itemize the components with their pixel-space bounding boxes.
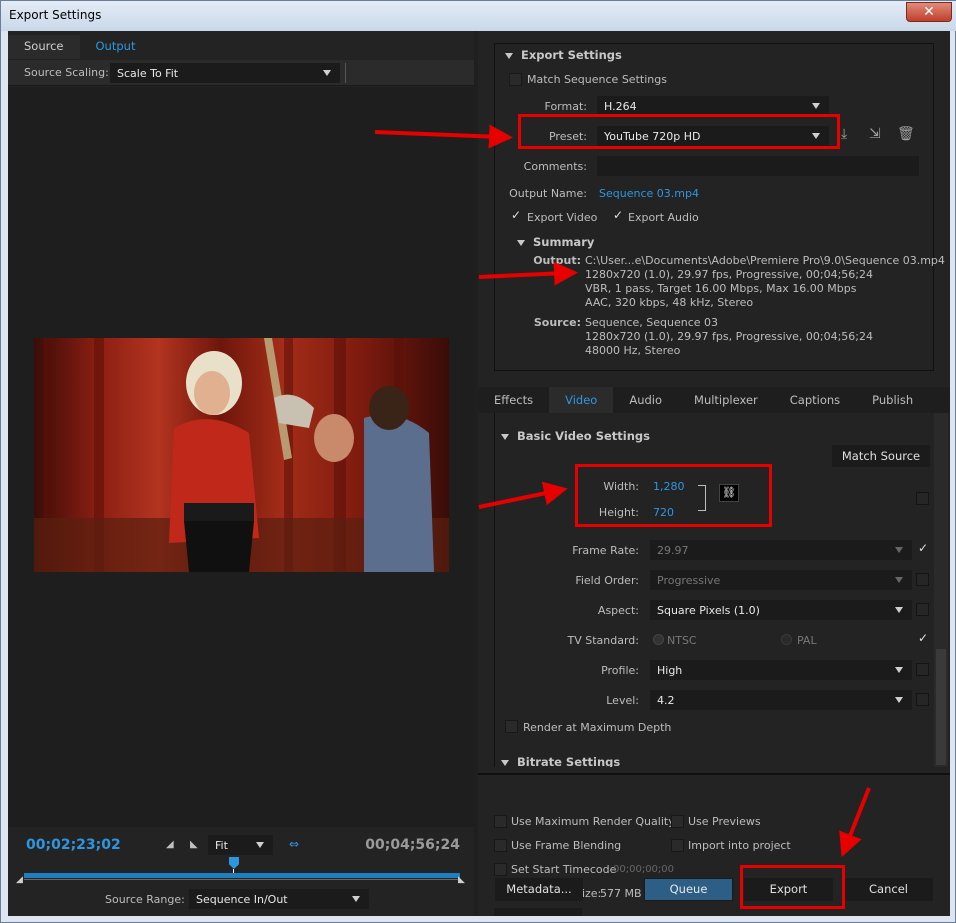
arrow-to-dimensions (478, 481, 568, 509)
arrow-to-output-summary (478, 261, 578, 286)
arrow-to-export (839, 787, 871, 858)
annotation-arrows (374, 124, 871, 858)
arrow-to-preset (374, 124, 513, 149)
export-settings-window: Export Settings ✕ Source Output Source S… (0, 0, 956, 923)
